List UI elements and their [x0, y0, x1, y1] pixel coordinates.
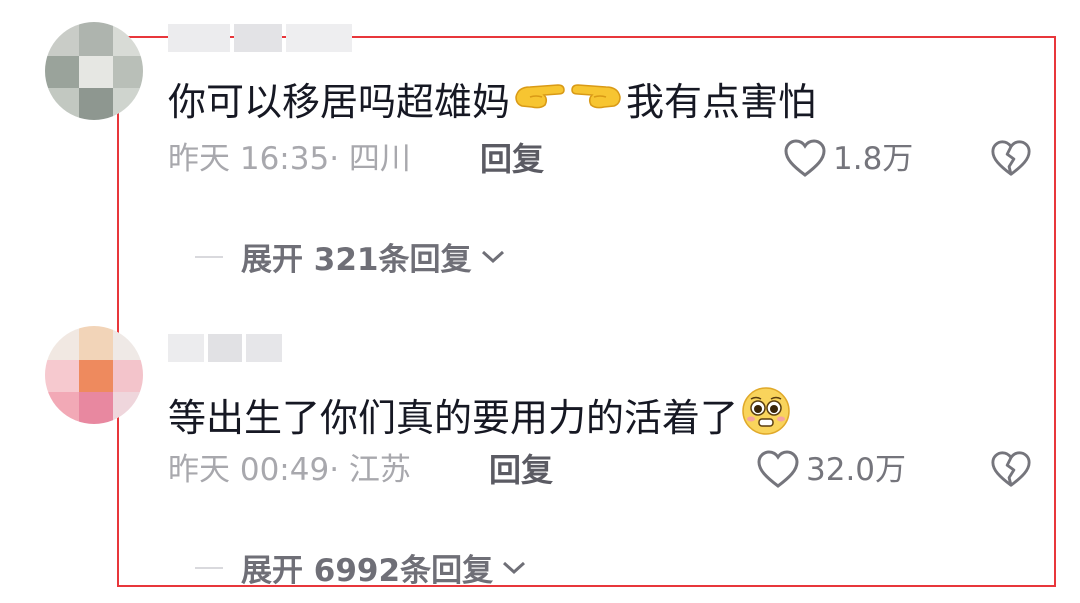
broken-heart-icon: [991, 451, 1031, 487]
username-blurred[interactable]: [168, 24, 352, 52]
pointing-left-hand-emoji: [570, 75, 624, 128]
like-count: 1.8万: [833, 141, 914, 177]
expand-replies[interactable]: 展开 321条回复: [195, 234, 506, 279]
divider-line: [195, 566, 223, 569]
comment-text: 你可以移居吗超雄妈 我有点害怕: [168, 75, 816, 128]
reply-button[interactable]: 回复: [480, 139, 544, 179]
heart-outline-icon: [757, 450, 799, 488]
like-button[interactable]: 32.0万: [756, 450, 906, 490]
dislike-button[interactable]: [990, 450, 1032, 494]
broken-heart-icon: [991, 140, 1031, 176]
divider-line: [195, 255, 223, 258]
comment-text-part: 等出生了你们真的要用力的活着了: [168, 395, 739, 440]
expand-replies-label: 展开 6992条回复: [241, 553, 494, 589]
comment-meta: 昨天 16:35· 四川: [168, 141, 411, 177]
pointing-right-hand-emoji: [512, 75, 566, 128]
reply-button[interactable]: 回复: [489, 450, 553, 490]
comment-text: 等出生了你们真的要用力的活着了: [168, 385, 794, 450]
chevron-down-icon: [481, 250, 504, 263]
comment-text-part: 我有点害怕: [626, 79, 817, 124]
heart-outline-icon: [784, 139, 826, 177]
avatar[interactable]: [45, 326, 143, 424]
comment-text-part: 你可以移居吗超雄妈: [168, 79, 511, 124]
dislike-button[interactable]: [990, 139, 1032, 183]
like-count: 32.0万: [806, 452, 907, 488]
avatar[interactable]: [45, 22, 143, 120]
comment-meta: 昨天 00:49· 江苏: [168, 452, 411, 488]
expand-replies-label: 展开 321条回复: [241, 242, 472, 278]
chevron-down-icon: [503, 561, 526, 574]
expand-replies[interactable]: 展开 6992条回复: [195, 545, 527, 590]
pleading-face-emoji: [740, 385, 792, 450]
username-blurred[interactable]: [168, 334, 282, 362]
like-button[interactable]: 1.8万: [783, 139, 913, 179]
